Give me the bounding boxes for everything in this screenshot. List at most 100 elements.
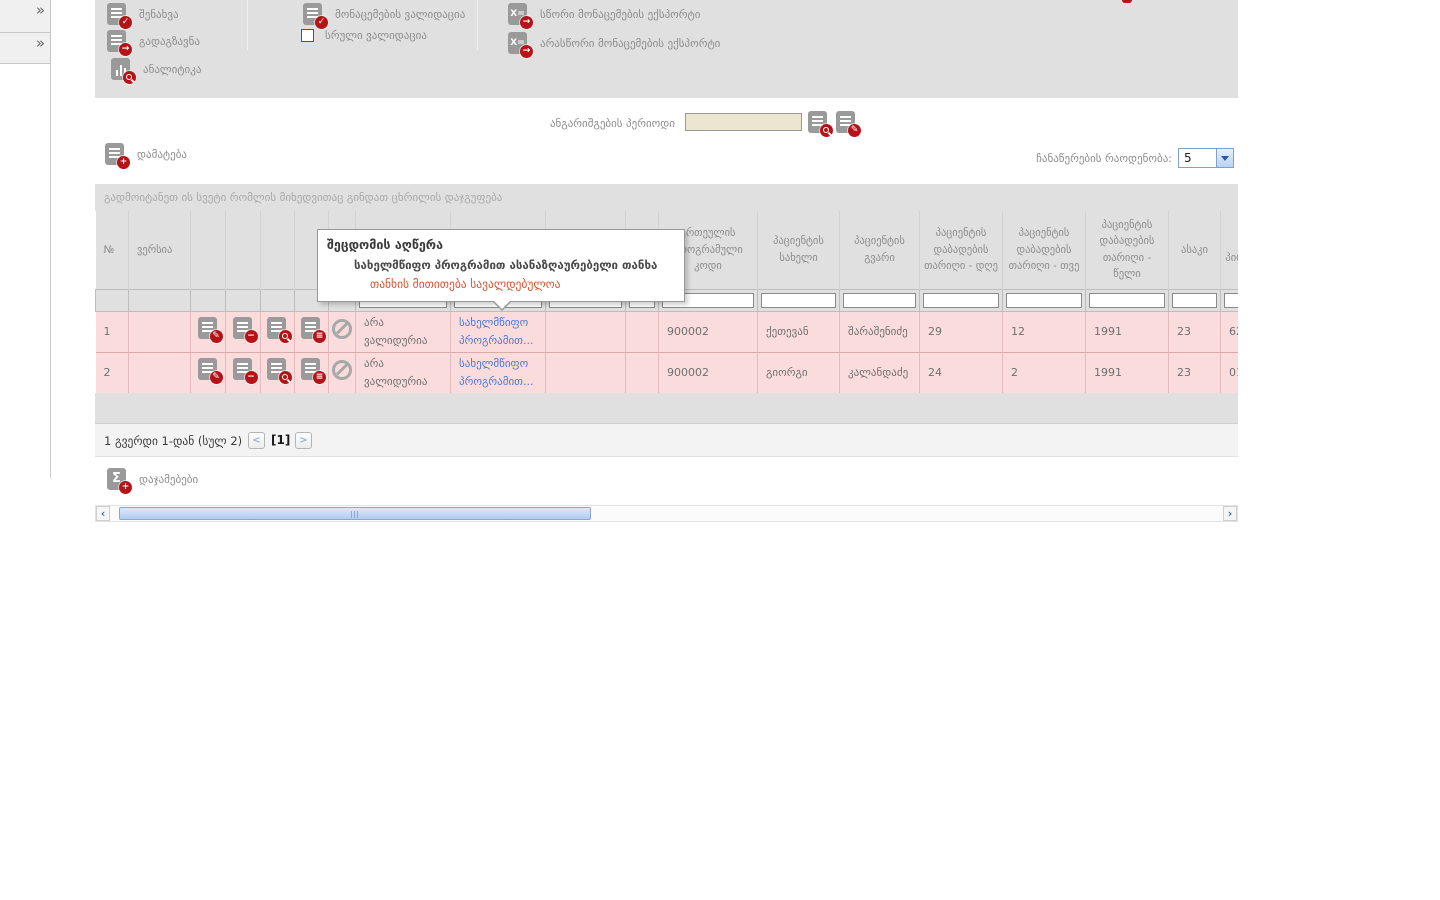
toolbar-separator [477,0,478,50]
cell-first-name: გიორგი [758,352,840,393]
header-personal-no[interactable]: პაციენტის პირადი ნომერი [1221,211,1239,289]
filter-input[interactable] [843,293,916,308]
header-birth-day[interactable]: პაციენტის დაბადების თარიღი - დღე [920,211,1003,289]
cell-status: არა ვალიდურია [356,311,451,352]
table-row: 1 ✎ − ≡ არა ვალიდურია სახელმწიფო პროგრამ… [96,311,1239,352]
sidebar-expand-icon[interactable]: » [36,34,45,52]
cropped-notification-icon [1122,0,1132,3]
header-birth-year[interactable]: პაციენტის დაბადების თარიღი - წელი [1086,211,1169,289]
analytics-button[interactable]: ანალიტიკა [111,58,201,81]
save-button[interactable]: ✓ შენახვა [107,3,179,26]
cell-extra-1 [546,311,626,352]
pagination-bar: 1 გვერდი 1-დან (სულ 2) < [1] > [95,423,1238,457]
period-label: ანგარიშგების პერიოდი [475,117,675,130]
row-edit-icon[interactable]: ✎ [198,358,219,381]
cell-birth-year: 1991 [1086,352,1169,393]
period-search-button[interactable] [808,111,829,134]
header-num[interactable]: № [96,211,129,289]
export-invalid-button[interactable]: X=→ არასწორი მონაცემების ექსპორტი [508,32,720,55]
cell-last-name: კალანდაძე [840,352,920,393]
cell-num: 2 [96,352,129,393]
analytics-icon [111,58,132,81]
next-page-button[interactable]: > [295,432,312,449]
cell-extra-2 [626,311,659,352]
xls-export-icon: X=→ [508,3,529,26]
grouping-hint-bar: გადმოიტანეთ ის სვეტი რომლის მიხედვითაც გ… [95,184,1238,211]
records-count-select[interactable]: 5 [1178,148,1234,168]
tooltip-arrow [493,300,511,309]
cell-birth-month: 2 [1003,352,1086,393]
cell-birth-day: 24 [920,352,1003,393]
full-validation-checkbox[interactable] [301,29,314,42]
filter-input[interactable] [761,293,836,308]
row-delete-icon[interactable]: − [233,358,254,381]
filter-input[interactable] [923,293,999,308]
tooltip-title: შეცდომის აღწერა [327,237,443,252]
horizontal-scrollbar[interactable]: ‹ › [95,505,1238,522]
scroll-right-icon[interactable]: › [1223,506,1237,521]
totals-button[interactable]: Σ+ დაჯამებები [107,468,198,491]
cell-status: არა ვალიდურია [356,352,451,393]
cell-personal-no: 62 [1221,311,1239,352]
add-button[interactable]: + დამატება [105,143,187,166]
tooltip-field: სახელმწიფო პროგრამით ასანაზღაურებელი თან… [354,258,657,272]
cell-birth-year: 1991 [1086,311,1169,352]
toolbar-separator [247,0,248,50]
full-validation-option: სრული ვალიდაცია [301,29,427,42]
header-view [261,211,295,289]
send-button[interactable]: → გადაგზავნა [107,30,200,53]
header-birth-month[interactable]: პაციენტის დაბადების თარიღი - თვე [1003,211,1086,289]
save-icon: ✓ [107,3,128,26]
cell-code: 900002 [659,311,758,352]
filter-input[interactable] [1224,293,1238,308]
prev-page-button[interactable]: < [248,432,265,449]
tooltip-message: თანხის მითითება სავალდებულოა [370,277,560,291]
row-block-icon[interactable] [332,360,352,380]
scroll-left-icon[interactable]: ‹ [96,506,110,521]
toolbar: ✓ შენახვა → გადაგზავნა ანალიტიკა ✓ მონაც… [95,0,1238,98]
table-row: 2 ✎ − ≡ არა ვალიდურია სახელმწიფო პროგრამ… [96,352,1239,393]
header-age[interactable]: ასაკი [1169,211,1221,289]
sidebar-expand-icon[interactable]: » [36,1,45,19]
cell-extra-1 [546,352,626,393]
filter-input[interactable] [1089,293,1165,308]
cell-code: 900002 [659,352,758,393]
row-details-icon[interactable]: ≡ [301,358,322,381]
row-view-icon[interactable] [267,317,288,340]
row-block-icon[interactable] [332,319,352,339]
data-validation-button[interactable]: ✓ მონაცემების ვალიდაცია [303,3,465,26]
records-count-value: 5 [1184,151,1192,165]
period-input[interactable] [685,113,802,131]
sidebar-collapsed-panel-2: » [0,33,51,64]
row-view-icon[interactable] [267,358,288,381]
header-version[interactable]: ვერსია [129,211,191,289]
cell-version [129,311,191,352]
cell-age: 23 [1169,311,1221,352]
sidebar-collapsed-panel-1: » [0,0,51,33]
current-page: [1] [271,433,290,447]
xls-export-icon: X=→ [508,32,529,55]
cell-birth-day: 29 [920,311,1003,352]
cell-first-name: ქეთევან [758,311,840,352]
cell-birth-month: 12 [1003,311,1086,352]
cell-age: 23 [1169,352,1221,393]
row-details-icon[interactable]: ≡ [301,317,322,340]
error-link[interactable]: სახელმწიფო პროგრამით... [459,316,533,347]
period-edit-button[interactable]: ✎ [836,111,857,134]
cell-num: 1 [96,311,129,352]
pagination-info: 1 გვერდი 1-დან (სულ 2) [104,434,242,448]
row-delete-icon[interactable]: − [233,317,254,340]
filter-input[interactable] [1006,293,1082,308]
filter-input[interactable] [1172,293,1217,308]
error-link[interactable]: სახელმწიფო პროგრამით... [459,357,533,388]
scrollbar-thumb[interactable] [119,507,591,520]
header-first-name[interactable]: პაციენტის სახელი [758,211,840,289]
table-footer-strip [95,393,1238,423]
cell-last-name: შარაშენიძე [840,311,920,352]
dropdown-arrow-icon[interactable] [1216,149,1233,167]
export-valid-button[interactable]: X=→ სწორი მონაცემების ექსპორტი [508,3,700,26]
sigma-icon: Σ+ [107,468,128,491]
header-last-name[interactable]: პაციენტის გვარი [840,211,920,289]
row-edit-icon[interactable]: ✎ [198,317,219,340]
header-delete [226,211,261,289]
